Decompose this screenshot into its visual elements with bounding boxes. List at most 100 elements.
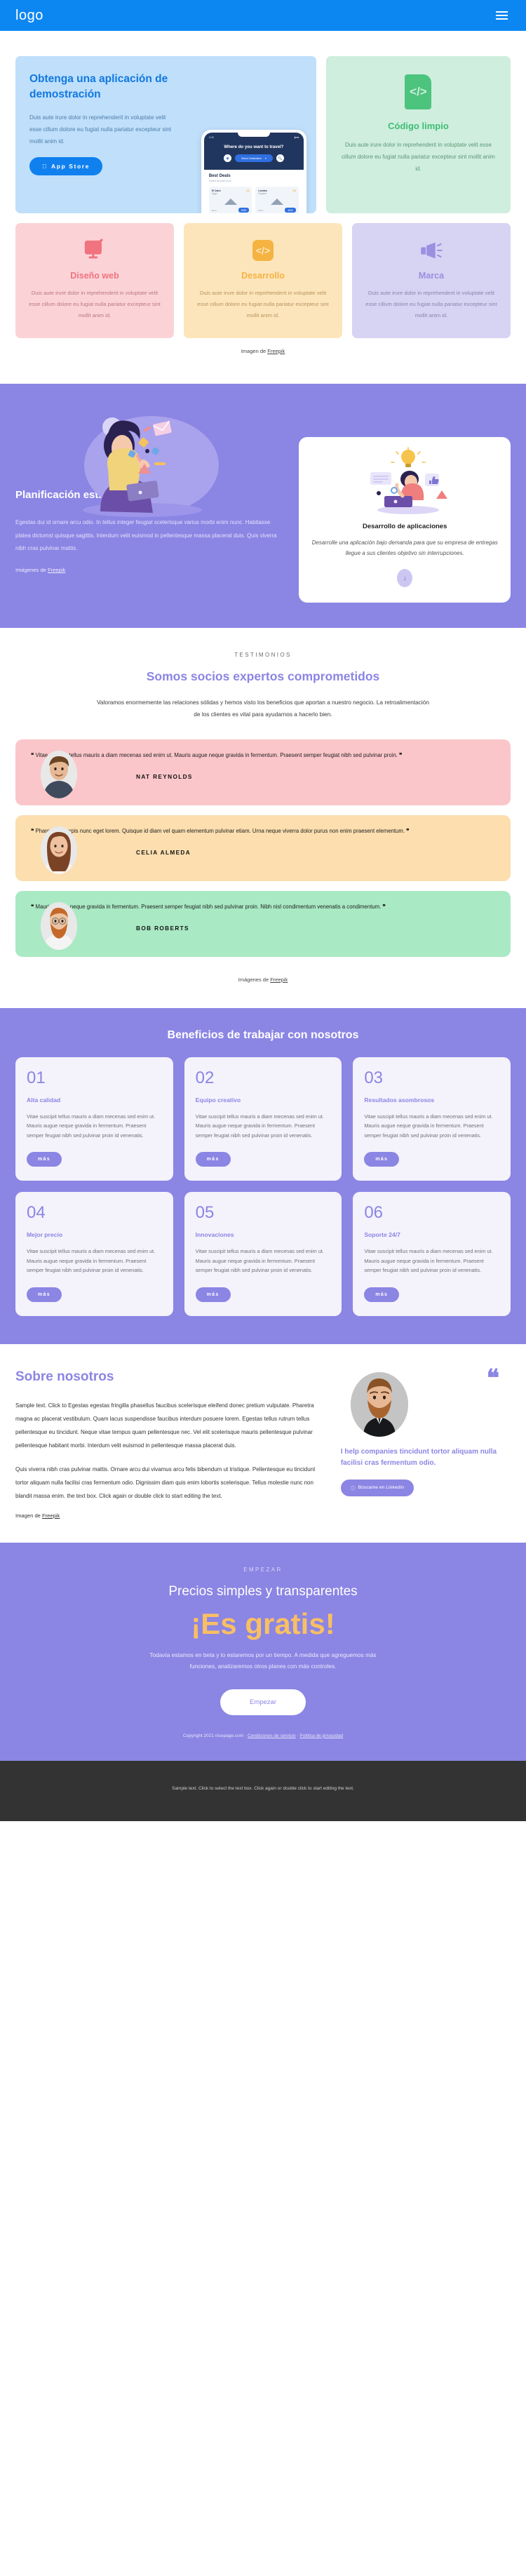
benefit-card: 05 Innovaciones Vitae suscipit tellus ma… <box>184 1192 342 1316</box>
benefit-more-button[interactable]: más <box>364 1287 400 1302</box>
service-card-development: </> Desarrollo Duis aute irure dolor in … <box>184 223 342 338</box>
search-icon[interactable]: 🔍 <box>276 154 284 162</box>
benefit-title: Equipo creativo <box>195 1096 241 1103</box>
copyright-bar: Copyright 2021 nicepage.com · Condicione… <box>15 1733 511 1738</box>
demo-app-body: Duis aute irure dolor in reprehenderit i… <box>29 114 172 145</box>
benefit-card: 02 Equipo creativo Vitae suscipit tellus… <box>184 1056 342 1181</box>
site-logo[interactable]: logo <box>15 8 43 24</box>
deal-card[interactable]: 4.3 El Cairo Egypt More $280 <box>208 187 252 213</box>
deal-rating: 4.3 <box>245 189 250 192</box>
features-bottom-row: Diseño web Duis aute irure dolor in repr… <box>15 223 511 338</box>
benefits-grid: 01 Alta calidad Vitae suscipit tellus ma… <box>15 1056 511 1316</box>
site-footer: Sample text. Click to select the text bo… <box>0 1760 526 1822</box>
terms-link[interactable]: Condiciones de servicio <box>248 1733 296 1738</box>
clean-code-title: Código limpio <box>388 121 449 131</box>
phone-time: 9:45 <box>208 136 214 139</box>
about-text-column: Sobre nosotros Sample text. Click to Ege… <box>15 1369 324 1519</box>
about-quote-text: I help companies tincidunt tortor aliqua… <box>340 1447 497 1468</box>
phone-mockup: 9:45 ▮●■ Where do you want to travel? ◉ … <box>201 130 306 213</box>
app-development-title: Desarrollo de aplicaciones <box>362 522 447 530</box>
testimonial-quote-wrap: ❝ Mauris augue neque gravida in fermentu… <box>31 902 495 913</box>
location-icon[interactable]: ◉ <box>224 154 231 162</box>
credit-prefix: Imágenes de <box>15 567 48 574</box>
service-title: Diseño web <box>70 271 119 281</box>
benefit-card: 06 Soporte 24/7 Vitae suscipit tellus ma… <box>353 1192 511 1316</box>
planning-body: Egestas dui id ornare arcu odio. In tell… <box>15 518 277 552</box>
phone-screen-body: Best Deals Sorted by lower price 4.3 El … <box>204 170 304 213</box>
best-deals-sort[interactable]: Sorted by lower price <box>209 180 299 182</box>
benefit-more-button[interactable]: más <box>27 1152 62 1167</box>
phone-frame: 9:45 ▮●■ Where do you want to travel? ◉ … <box>201 130 306 213</box>
benefit-card: 01 Alta calidad Vitae suscipit tellus ma… <box>15 1056 173 1181</box>
benefit-more-button[interactable]: más <box>195 1287 231 1302</box>
destination-select[interactable]: Select Destination ▾ <box>235 154 273 162</box>
testimonial-quote-wrap: ❝ Pharetra sit turpis nunc eget lorem. Q… <box>31 826 495 837</box>
credit-prefix: Imagen de <box>241 347 268 354</box>
testimonial-card: ❝ Vitae suscipit tellus mauris a diam me… <box>15 739 511 805</box>
deal-more-label[interactable]: More <box>212 209 217 212</box>
get-started-button[interactable]: Empezar <box>220 1689 306 1715</box>
benefit-title: Soporte 24/7 <box>364 1231 400 1239</box>
code-document-icon: </> <box>405 74 432 109</box>
avatar <box>41 901 77 950</box>
benefit-number: 06 <box>364 1203 384 1223</box>
linkedin-button[interactable]: ⓘ Búscame en LinkedIn <box>340 1479 414 1496</box>
credit-link[interactable]: Freepik <box>42 1512 60 1519</box>
testimonials-section: TESTIMONIOS Somos socios expertos compro… <box>0 628 526 1008</box>
privacy-link[interactable]: Política de privacidad <box>299 1733 343 1738</box>
service-title: Desarrollo <box>241 271 285 281</box>
testimonials-image-credit: Imágenes de Freepik <box>15 967 511 1001</box>
app-store-button[interactable]:  App Store <box>29 157 102 176</box>
benefit-title: Resultados asombrosos <box>364 1096 435 1103</box>
features-image-credit: Imagen de Freepik <box>15 338 511 373</box>
pricing-title: Precios simples y transparentes <box>168 1584 358 1599</box>
benefits-title: Beneficios de trabajar con nosotros <box>167 1028 359 1041</box>
benefit-title: Mejor precio <box>27 1231 63 1239</box>
benefit-title: Alta calidad <box>27 1096 61 1103</box>
mountain-icon <box>224 199 237 205</box>
benefit-more-button[interactable]: más <box>195 1152 231 1167</box>
benefit-card: 03 Resultados asombrosos Vitae suscipit … <box>353 1056 511 1181</box>
deal-country: England <box>258 192 267 195</box>
megaphone-icon <box>419 239 443 262</box>
service-body: Duis aute irure dolor in reprehenderit i… <box>29 290 161 318</box>
avatar <box>41 826 77 874</box>
app-development-illustration <box>311 447 498 514</box>
clean-code-card: </> Código limpio Duis aute irure dolor … <box>325 56 511 213</box>
benefit-more-button[interactable]: más <box>27 1287 62 1302</box>
demo-app-title: Obtenga una aplicación de demostración <box>29 73 168 101</box>
avatar <box>350 1371 408 1437</box>
credit-prefix: Imagen de <box>15 1512 42 1520</box>
planning-illustration <box>76 406 223 518</box>
about-profile-column: ❝ I help companies tincidunt tortor aliq… <box>340 1367 511 1519</box>
hamburger-bar <box>496 18 508 20</box>
credit-link[interactable]: Freepik <box>48 567 65 573</box>
avatar <box>41 750 77 798</box>
testimonial-card: ❝ Mauris augue neque gravida in fermentu… <box>15 890 511 957</box>
arrow-down-icon[interactable]: ↓ <box>397 569 413 587</box>
credit-link[interactable]: Freepik <box>267 348 285 354</box>
deal-card[interactable]: 4.6 London England More $330 <box>255 187 299 213</box>
about-paragraph-1: Sample text. Click to Egestas egestas fr… <box>15 1402 314 1449</box>
site-header: logo <box>0 0 526 31</box>
benefit-body: Vitae suscipit tellus mauris a diam mece… <box>364 1113 493 1139</box>
demo-app-text-column: Obtenga una aplicación de demostración D… <box>29 72 174 201</box>
deal-price-row: More $280 <box>212 208 250 213</box>
deal-more-label[interactable]: More <box>258 209 263 212</box>
footer-text: Sample text. Click to select the text bo… <box>172 1785 354 1791</box>
benefit-more-button[interactable]: más <box>364 1152 400 1167</box>
service-title: Marca <box>418 271 445 281</box>
credit-link[interactable]: Freepik <box>270 977 288 983</box>
app-store-label: App Store <box>46 163 88 170</box>
pricing-eyebrow: EMPEZAR <box>243 1567 283 1574</box>
testimonials-eyebrow: TESTIMONIOS <box>234 652 292 658</box>
hamburger-icon[interactable] <box>493 8 511 22</box>
testimonials-lead: Valoramos enormemente las relaciones sól… <box>97 699 429 718</box>
features-section: Obtenga una aplicación de demostración D… <box>0 31 526 384</box>
deals-list: 4.3 El Cairo Egypt More $280 4.6 London … <box>208 187 299 213</box>
design-brush-icon <box>83 239 107 262</box>
app-development-body: Desarrolle una aplicación bajo demanda p… <box>311 539 498 557</box>
testimonial-quote-wrap: ❝ Vitae suscipit tellus mauris a diam me… <box>31 751 495 761</box>
benefit-number: 05 <box>195 1203 215 1223</box>
quote-open-icon: ❝ <box>31 827 34 834</box>
